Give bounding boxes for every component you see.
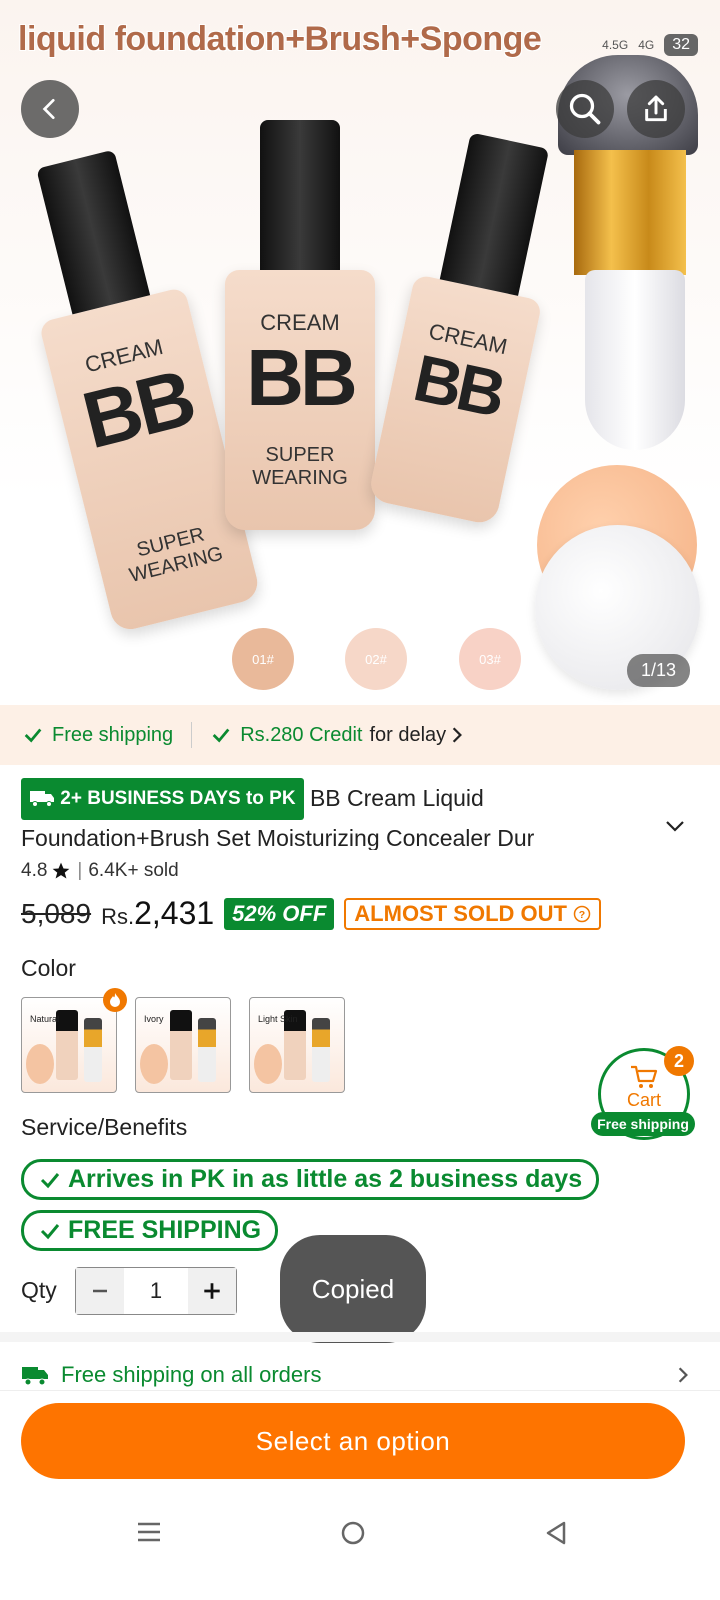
star-icon: [53, 862, 70, 879]
swatch-03: 03#: [459, 628, 521, 690]
share-icon: [645, 95, 667, 122]
sold-count: 6.4K+ sold: [88, 860, 179, 881]
back-button[interactable]: [21, 80, 79, 138]
free-shipping-row[interactable]: Free shipping on all orders: [21, 1362, 689, 1388]
product-title: 2+ BUSINESS DAYS to PK BB Cream Liquid F…: [21, 778, 641, 850]
original-price: 5,089: [21, 897, 92, 929]
section-divider: [0, 1332, 720, 1342]
share-button[interactable]: [627, 80, 685, 138]
truck-icon: [22, 1367, 48, 1386]
brush-handle: [585, 270, 685, 450]
color-option-natural[interactable]: Natural: [21, 997, 117, 1093]
system-nav-bar: [0, 1490, 720, 1600]
menu-icon[interactable]: [136, 1520, 162, 1544]
hot-icon: [103, 988, 127, 1012]
discount-badge: 52% OFF: [224, 897, 335, 930]
chevron-down-icon[interactable]: [664, 818, 686, 834]
benefit-free-shipping: FREE SHIPPING: [21, 1210, 279, 1251]
net-label-2: 4G: [638, 38, 655, 52]
chevron-left-icon: [42, 98, 55, 120]
currency: Rs.: [101, 904, 135, 929]
cart-free-shipping: Free shipping: [591, 1112, 695, 1136]
color-option-light-skin[interactable]: Light Skin: [249, 997, 345, 1093]
rating-value: 4.8: [21, 860, 48, 881]
bottle-image-center: CREAM BB SUPER WEARING: [225, 120, 375, 530]
image-overlay-title: liquid foundation+Brush+Sponge: [18, 20, 542, 58]
shipping-strip[interactable]: Free shipping Rs.280 Credit for delay: [0, 705, 720, 765]
color-label: Color: [21, 955, 76, 981]
check-icon: [212, 728, 230, 743]
check-icon: [40, 1172, 60, 1188]
credit-label: Rs.280 Credit: [240, 723, 363, 746]
minus-icon: [93, 1289, 107, 1293]
chevron-right-icon: [453, 727, 463, 743]
delivery-badge: 2+ BUSINESS DAYS to PK: [21, 778, 304, 820]
swatch-02: 02#: [345, 628, 407, 690]
plus-icon: [204, 1283, 220, 1299]
sale-price: 2,431: [134, 895, 215, 931]
search-icon: [569, 93, 601, 125]
search-button[interactable]: [556, 80, 614, 138]
free-shipping-label: Free shipping: [52, 723, 174, 746]
brush-ferrule: [574, 150, 686, 275]
credit-suffix: for delay: [369, 723, 447, 746]
color-option-ivory[interactable]: Ivory: [135, 997, 231, 1093]
net-label-1: 4.5G: [602, 38, 629, 52]
home-icon[interactable]: [340, 1520, 366, 1546]
help-icon: ?: [573, 905, 591, 922]
price-row: 5,089 Rs.2,431 52% OFF ALMOST SOLD OUT ?: [21, 895, 602, 932]
cart-count-badge: 2: [664, 1046, 694, 1076]
product-image-carousel[interactable]: CREAM BB SUPER WEARING CREAM BB SUPER WE…: [0, 0, 720, 715]
quantity-stepper: 1: [75, 1267, 237, 1315]
service-label: Service/Benefits: [21, 1114, 188, 1140]
truck-icon: [30, 791, 54, 807]
qty-increase-button[interactable]: [188, 1268, 236, 1314]
qty-label: Qty: [21, 1277, 57, 1303]
back-nav-icon[interactable]: [544, 1520, 568, 1546]
chevron-right-icon: [678, 1367, 688, 1383]
stock-badge[interactable]: ALMOST SOLD OUT ?: [344, 897, 602, 930]
qty-value[interactable]: 1: [124, 1278, 188, 1304]
status-bar: 4.5G 4G 32: [602, 34, 698, 56]
divider: [191, 722, 193, 748]
cart-icon: [631, 1065, 658, 1088]
check-icon: [40, 1223, 60, 1239]
image-counter: 1/13: [626, 654, 690, 687]
rating-row[interactable]: 4.8 | 6.4K+ sold: [21, 860, 179, 882]
bottle-image-right: CREAM BB: [367, 132, 550, 527]
free-shipping-row-label: Free shipping on all orders: [61, 1362, 322, 1387]
svg-text:?: ?: [579, 908, 585, 920]
benefit-arrival: Arrives in PK in as little as 2 business…: [21, 1159, 600, 1200]
check-icon: [24, 728, 42, 743]
qty-decrease-button[interactable]: [76, 1268, 124, 1314]
cart-label: Cart: [626, 1089, 661, 1110]
swatch-01: 01#: [232, 628, 294, 690]
battery-icon: 32: [664, 34, 698, 56]
select-option-button[interactable]: Select an option: [21, 1403, 685, 1479]
copied-toast: Copied: [280, 1235, 426, 1343]
